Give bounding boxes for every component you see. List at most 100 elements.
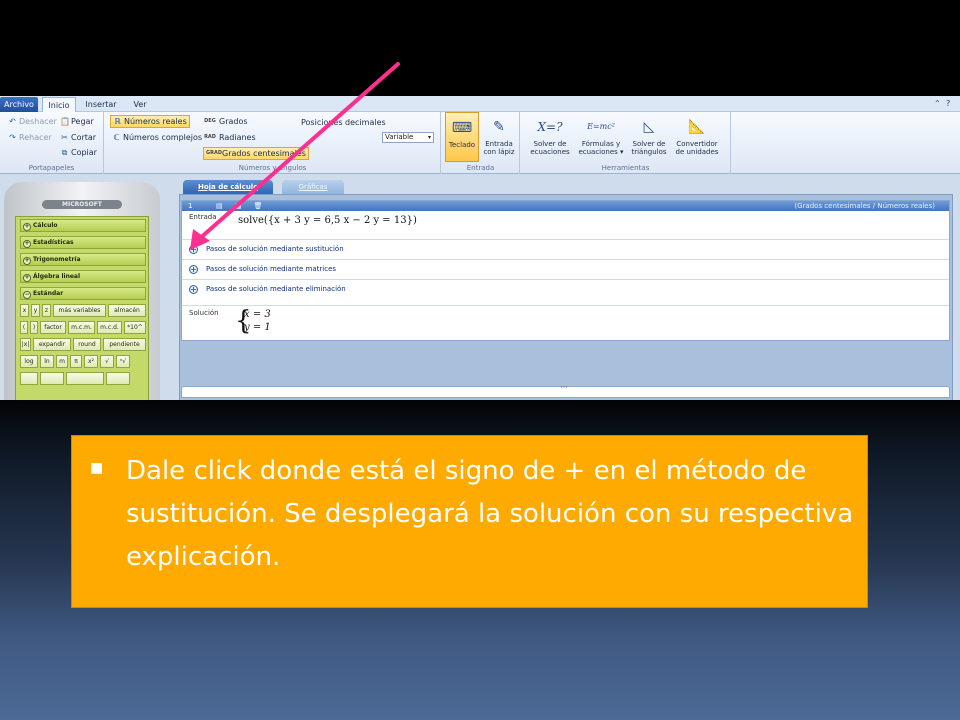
calc-key[interactable]: expandir [33, 338, 71, 351]
calc-key[interactable]: x² [84, 355, 98, 368]
triangle-solver-label-1: Solver de [632, 140, 666, 148]
calc-key[interactable]: pendiente [103, 338, 146, 351]
help-icon[interactable]: ? [946, 98, 950, 110]
formulas-label-1: Fórmulas y [581, 140, 621, 148]
entry-number: 1 [188, 202, 193, 210]
triangle-solver-button[interactable]: ◺ Solver de triángulos [629, 112, 669, 162]
complex-numbers-button[interactable]: ℂ Números complejos [112, 132, 203, 143]
gradians-button[interactable]: GRAD Grados centesimales [203, 147, 309, 160]
worksheet-entry: 1 ▤ ▦ 🗑 (Grados centesimales / Números r… [181, 200, 950, 341]
paste-button[interactable]: 📋 Pegar [60, 116, 94, 127]
resize-handle-icon[interactable]: ··· [560, 383, 568, 392]
math-app-window: Archivo Inicio Insertar Ver ⌃ ? ↶ Deshace… [0, 96, 960, 400]
calc-key[interactable]: x [20, 304, 29, 317]
expand-plus-icon[interactable]: + [189, 245, 198, 254]
category-estadisticas[interactable]: + Estadísticas [20, 236, 146, 249]
calc-key[interactable]: ( [20, 321, 28, 334]
calc-key[interactable]: ⁿ√ [116, 355, 130, 368]
calc-key[interactable]: almacén [108, 304, 146, 317]
redo-icon: ↷ [9, 133, 16, 142]
calc-key[interactable] [20, 372, 38, 385]
gradians-label: Grados centesimales [222, 149, 306, 158]
calc-key[interactable]: |x| [20, 338, 31, 351]
collapse-ribbon-icon[interactable]: ⌃ [934, 98, 941, 110]
decimal-places-select[interactable]: Variable ▾ [382, 132, 434, 143]
menu-tab-insertar[interactable]: Insertar [80, 97, 122, 112]
calc-key[interactable]: m [56, 355, 68, 368]
redo-label: Rehacer [19, 133, 52, 142]
equation-solver-button[interactable]: X=? Solver de ecuaciones [527, 112, 573, 162]
calc-key[interactable]: factor [40, 321, 66, 334]
calc-key[interactable]: ln [40, 355, 54, 368]
category-algebra-lineal[interactable]: + Álgebra lineal [20, 270, 146, 283]
calc-key[interactable]: m.c.d. [97, 321, 122, 334]
calc-key[interactable]: √ [100, 355, 114, 368]
entry-toolbar-icons[interactable]: ▤ ▦ 🗑 [216, 201, 268, 211]
deg-tag: DEG [204, 118, 216, 124]
equation-solver-icon: X=? [537, 120, 563, 134]
entry-header: 1 ▤ ▦ 🗑 (Grados centesimales / Números r… [182, 201, 949, 211]
calc-key[interactable] [106, 372, 130, 385]
degrees-label: Grados [219, 117, 248, 126]
redo-button[interactable]: ↷ Rehacer [8, 132, 52, 143]
copy-button[interactable]: ⧉ Copiar [60, 147, 97, 158]
unit-converter-label-2: de unidades [675, 148, 719, 156]
category-calculo[interactable]: + Cálculo [20, 219, 146, 232]
step-elimination[interactable]: + Pasos de solución mediante eliminación [182, 279, 949, 298]
real-numbers-icon: ℝ [114, 117, 121, 126]
numbers-caption: Números y ángulos [238, 164, 307, 172]
pen-input-label-2: con lápiz [483, 148, 515, 156]
step-matrices[interactable]: + Pasos de solución mediante matrices [182, 259, 949, 278]
solution-y: y = 1 [244, 322, 271, 333]
keyboard-label: Teclado [448, 141, 476, 149]
complex-numbers-label: Números complejos [123, 133, 203, 142]
calc-key[interactable]: ) [30, 321, 38, 334]
instruction-text: Dale click donde está el signo de + en e… [126, 456, 854, 572]
keyboard-button[interactable]: ⌨ Teclado [445, 112, 479, 162]
unit-converter-button[interactable]: 📐 Convertidor de unidades [671, 112, 723, 162]
dropdown-arrow-icon: ▾ [427, 134, 431, 141]
expand-plus-icon[interactable]: + [189, 285, 198, 294]
expand-icon: + [23, 257, 31, 265]
clipboard-caption: Portapapeles [28, 164, 75, 172]
undo-button[interactable]: ↶ Deshacer [8, 116, 57, 127]
calc-key[interactable]: z [42, 304, 51, 317]
calc-key[interactable]: y [31, 304, 40, 317]
solution-x: x = 3 [244, 309, 271, 320]
formulas-button[interactable]: E=mc² Fórmulas y ecuaciones ▾ [576, 112, 626, 162]
calc-key[interactable]: *10^ [124, 321, 146, 334]
pen-input-button[interactable]: ✎ Entrada con lápiz [480, 112, 518, 162]
radians-button[interactable]: RAD Radianes [203, 132, 256, 143]
solution-row: Solución { x = 3 y = 1 [182, 305, 949, 341]
calculator-panel: MICROSOFT + Cálculo + Estadísticas + Trigon… [4, 182, 160, 400]
cut-button[interactable]: ✂ Cortar [60, 132, 96, 143]
decimal-places-label: Posiciones decimales [301, 118, 386, 127]
calc-key[interactable]: log [20, 355, 38, 368]
input-label: Entrada [189, 213, 217, 221]
ruler-icon: 📐 [688, 119, 706, 135]
rad-tag: RAD [204, 134, 216, 140]
tab-worksheet[interactable]: Hoja de cálculo [183, 180, 273, 194]
menu-tab-ver[interactable]: Ver [126, 97, 154, 112]
tab-graphs[interactable]: Gráficas [282, 180, 344, 194]
grad-tag: GRAD [206, 150, 222, 156]
paste-label: Pegar [71, 117, 94, 126]
formulas-label-2: ecuaciones ▾ [578, 148, 624, 156]
calculator-screen: + Cálculo + Estadísticas + Trigonometría + Á… [15, 216, 149, 400]
menu-tab-inicio[interactable]: Inicio [42, 97, 76, 112]
degrees-button[interactable]: DEG Grados [203, 116, 248, 127]
calc-key[interactable] [66, 372, 104, 385]
input-area[interactable]: ··· [181, 383, 950, 398]
step-label: Pasos de solución mediante eliminación [206, 285, 346, 293]
expand-plus-icon[interactable]: + [189, 265, 198, 274]
calc-key[interactable]: π [70, 355, 82, 368]
category-estandar[interactable]: − Estándar [20, 287, 146, 300]
step-substitution[interactable]: + Pasos de solución mediante sustitución [182, 239, 949, 258]
menu-tab-archivo[interactable]: Archivo [0, 97, 38, 112]
calc-key[interactable]: round [73, 338, 101, 351]
real-numbers-button[interactable]: ℝ Números reales [110, 115, 190, 128]
calc-key[interactable]: m.c.m. [68, 321, 95, 334]
calc-key[interactable] [40, 372, 64, 385]
category-trigonometria[interactable]: + Trigonometría [20, 253, 146, 266]
calc-key[interactable]: más variables [53, 304, 106, 317]
